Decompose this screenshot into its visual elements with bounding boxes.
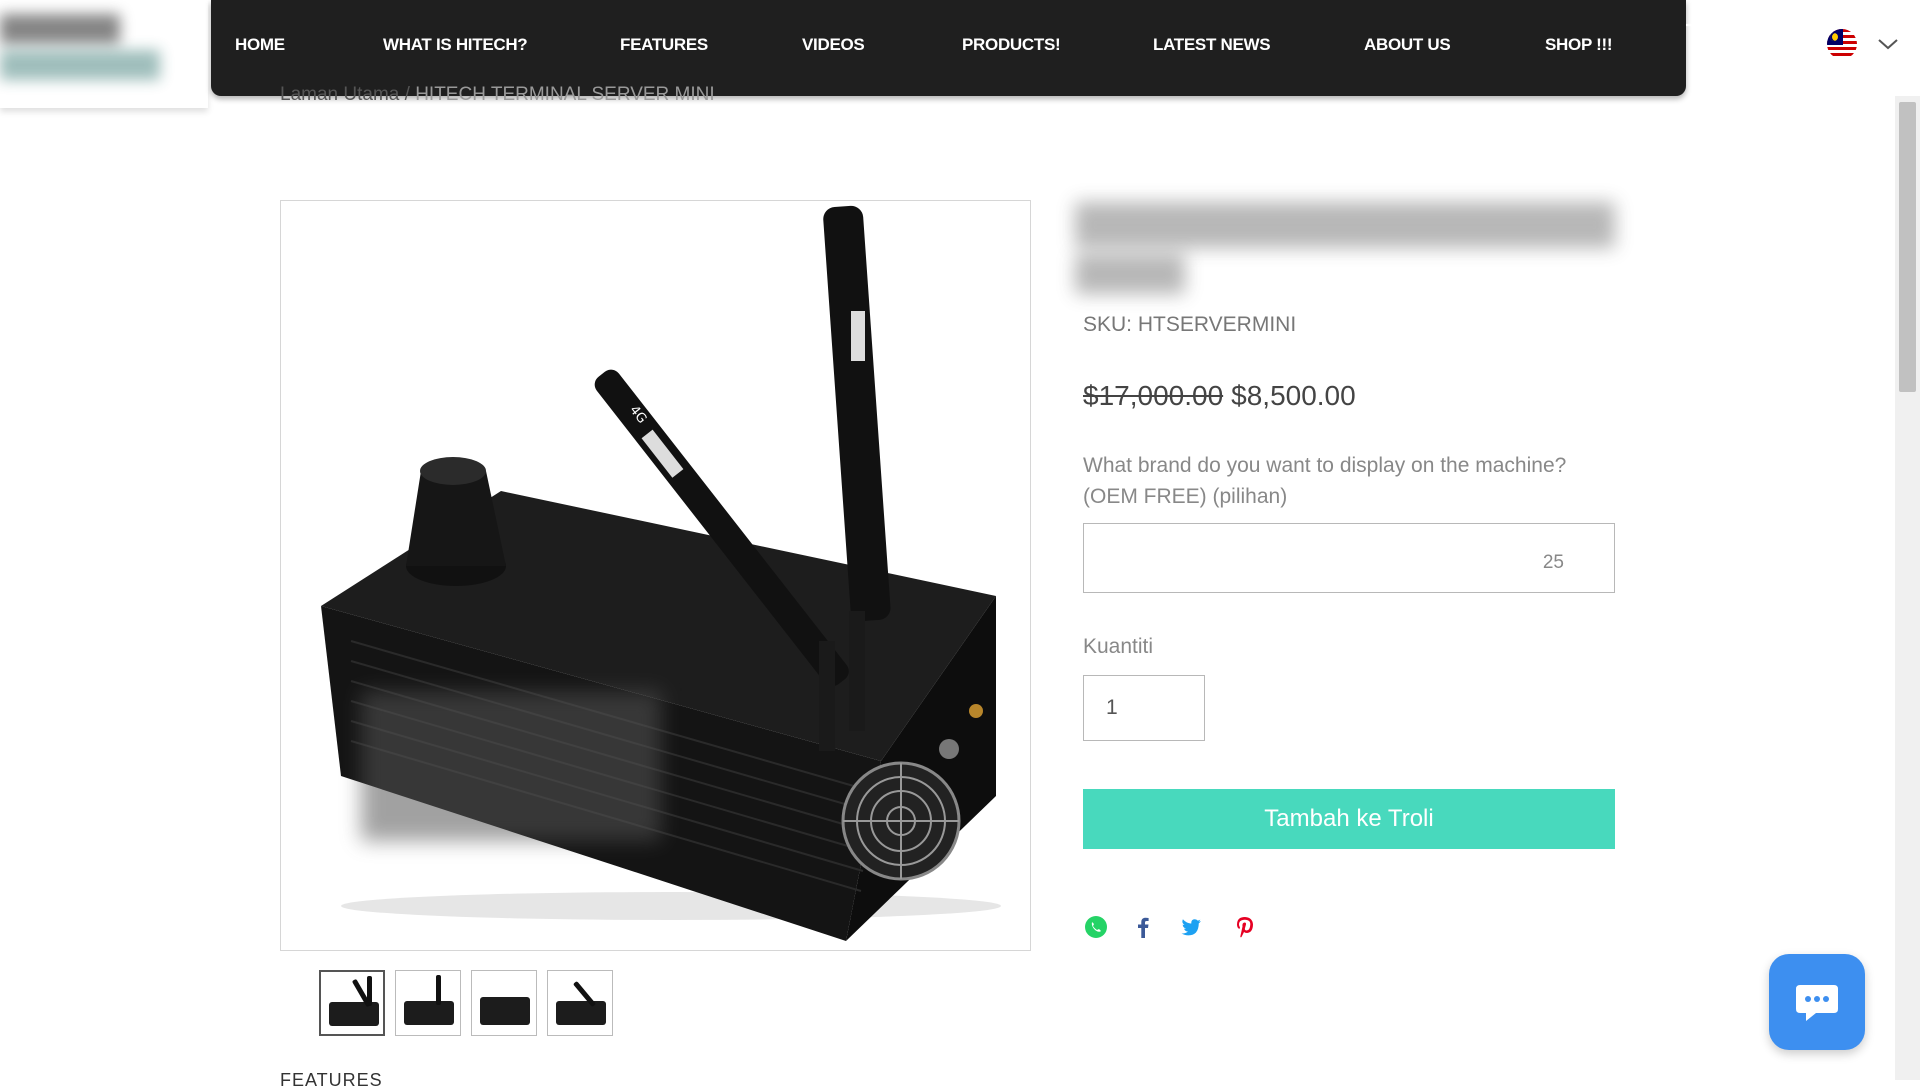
site-logo[interactable] xyxy=(0,0,208,108)
nav-item-home[interactable]: HOME xyxy=(235,35,285,55)
page-scrollbar[interactable] xyxy=(1895,96,1920,1080)
nav-item-what-is-hitech[interactable]: WHAT IS HITECH? xyxy=(383,35,528,55)
sale-price: $8,500.00 xyxy=(1231,380,1356,411)
chat-bubble-icon xyxy=(1796,985,1838,1021)
cart-link[interactable]: Troli 0 xyxy=(1685,22,1788,54)
nav-item-videos[interactable]: VIDEOS xyxy=(802,35,865,55)
product-photo: 4G xyxy=(321,205,1001,941)
product-main-image[interactable]: 4G xyxy=(280,200,1031,951)
nav-item-products[interactable]: PRODUCTS! xyxy=(962,35,1061,55)
thumbnail-strip xyxy=(319,970,613,1036)
scrollbar-thumb[interactable] xyxy=(1899,102,1916,392)
breadcrumb-current: HITECH TERMINAL SERVER MINI xyxy=(415,84,715,105)
product-title-blurred xyxy=(1075,198,1615,294)
quantity-label: Kuantiti xyxy=(1083,635,1154,658)
top-navigation: HOME WHAT IS HITECH? FEATURES VIDEOS PRO… xyxy=(211,0,1686,96)
logo-blur-line-2 xyxy=(0,50,160,80)
chat-button[interactable] xyxy=(1769,954,1865,1050)
nav-item-shop[interactable]: SHOP !!! xyxy=(1545,35,1612,55)
breadcrumb-separator: / xyxy=(399,84,416,105)
nav-item-features[interactable]: FEATURES xyxy=(620,35,708,55)
nav-item-about-us[interactable]: ABOUT US xyxy=(1364,35,1451,55)
add-to-cart-button[interactable]: Tambah ke Troli xyxy=(1083,789,1615,849)
quantity-input[interactable]: 1 xyxy=(1083,675,1205,741)
thumbnail-2[interactable] xyxy=(395,970,461,1036)
price-row: $17,000.00 $8,500.00 xyxy=(1083,380,1356,412)
thumbnail-1[interactable] xyxy=(319,970,385,1036)
pinterest-share-icon[interactable] xyxy=(1232,914,1258,940)
language-selector[interactable] xyxy=(1803,14,1913,74)
logo-blur-line-1 xyxy=(0,14,120,44)
oem-brand-input[interactable]: 25 xyxy=(1083,523,1615,593)
thumbnail-4[interactable] xyxy=(547,970,613,1036)
whatsapp-share-icon[interactable] xyxy=(1083,914,1109,940)
thumbnail-3[interactable] xyxy=(471,970,537,1036)
chevron-down-icon xyxy=(1878,39,1898,50)
original-price: $17,000.00 xyxy=(1083,380,1224,411)
twitter-share-icon[interactable] xyxy=(1178,914,1204,940)
shopping-cart-icon xyxy=(1686,23,1719,53)
oem-brand-question: What brand do you want to display on the… xyxy=(1083,454,1567,508)
facebook-share-icon[interactable] xyxy=(1130,914,1156,940)
nav-item-latest-news[interactable]: LATEST NEWS xyxy=(1153,35,1271,55)
malaysia-flag-icon xyxy=(1827,29,1857,59)
breadcrumb: Laman Utama / HITECH TERMINAL SERVER MIN… xyxy=(280,84,715,106)
features-section-heading: FEATURES xyxy=(280,1070,383,1090)
cart-label: Troli 0 xyxy=(1725,27,1788,49)
breadcrumb-home[interactable]: Laman Utama xyxy=(280,84,399,105)
character-counter: 25 xyxy=(1542,552,1564,573)
product-sku: SKU: HTSERVERMINI xyxy=(1083,313,1297,336)
